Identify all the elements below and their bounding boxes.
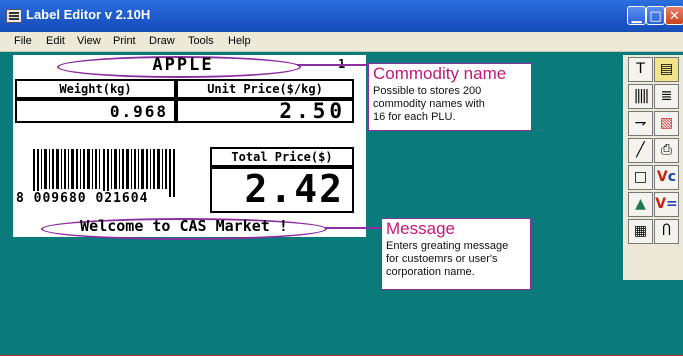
message-callout-title: Message xyxy=(386,219,455,238)
commodity-name[interactable]: APPLE xyxy=(113,55,253,75)
weight-header-box[interactable]: Weight(kg) xyxy=(15,79,176,99)
print-tool-icon[interactable]: ⎙ xyxy=(654,138,679,163)
weight-value-box[interactable]: 0.968 xyxy=(15,99,176,123)
commodity-callout-line xyxy=(297,64,371,66)
unit-price-value: 2.50 xyxy=(279,99,346,123)
message-callout-desc-1: Enters greating message xyxy=(386,240,509,252)
menu-draw[interactable]: Draw xyxy=(149,35,175,47)
maximize-button[interactable]: □ xyxy=(646,6,665,25)
message-callout-desc-2: for custoemrs or user's xyxy=(386,253,498,265)
menu-file[interactable]: File xyxy=(14,35,32,47)
message-callout: Message Enters greating message for cust… xyxy=(381,218,531,290)
menu-view[interactable]: View xyxy=(77,35,101,47)
layout-tool-icon[interactable]: ▦ xyxy=(628,219,653,244)
line-arrow-tool-icon[interactable]: ⇁ xyxy=(628,111,653,136)
window-title: Label Editor v 2.10H xyxy=(26,7,151,22)
list-tool-icon[interactable]: ≣ xyxy=(654,84,679,109)
message-callout-desc-3: corporation name. xyxy=(386,266,475,278)
line-tool-icon[interactable]: ╱ xyxy=(628,138,653,163)
clamp-tool-icon[interactable]: Ⴖ xyxy=(654,219,679,244)
menu-print[interactable]: Print xyxy=(113,35,136,47)
variable-equals-tool-icon[interactable]: V= xyxy=(654,192,679,217)
commodity-callout-title: Commodity name xyxy=(373,64,507,83)
unit-price-header: Unit Price($/kg) xyxy=(207,82,323,96)
total-price-value-box[interactable]: 2.42 xyxy=(210,167,354,213)
commodity-callout-desc-1: Possible to stores 200 xyxy=(373,85,482,97)
menu-help[interactable]: Help xyxy=(228,35,251,47)
field-tool-icon[interactable]: ▤ xyxy=(654,57,679,82)
image-tool-icon[interactable]: ▧ xyxy=(654,111,679,136)
message-callout-line xyxy=(325,227,382,229)
total-price-header: Total Price($) xyxy=(231,150,333,164)
title-bar: Label Editor v 2.10H ▁ □ ✕ xyxy=(0,0,683,32)
commodity-callout-desc-2: commodity names with xyxy=(373,98,485,110)
app-icon xyxy=(6,9,22,23)
unit-price-header-box[interactable]: Unit Price($/kg) xyxy=(176,79,354,99)
weight-header: Weight(kg) xyxy=(59,82,132,96)
label-canvas[interactable]: APPLE 1 Weight(kg) Unit Price($/kg) 0.96… xyxy=(13,55,366,240)
picture-tool-icon[interactable]: ▲ xyxy=(628,192,653,217)
barcode-digits: 8 009680 021604 xyxy=(15,191,150,206)
minimize-button[interactable]: ▁ xyxy=(627,6,646,25)
unit-price-value-box[interactable]: 2.50 xyxy=(176,99,354,123)
variable-c-tool-icon[interactable]: Vc xyxy=(654,165,679,190)
toolbox-panel: T ▤ ||||| ≣ ⇁ ▧ ╱ ⎙ □ Vc ▲ V= ▦ Ⴖ xyxy=(623,55,683,280)
menu-edit[interactable]: Edit xyxy=(46,35,65,47)
menu-tools[interactable]: Tools xyxy=(188,35,214,47)
commodity-callout: Commodity name Possible to stores 200 co… xyxy=(368,63,532,131)
total-price-value: 2.42 xyxy=(244,167,344,211)
commodity-callout-desc-3: 16 for each PLU. xyxy=(373,111,456,123)
weight-value: 0.968 xyxy=(109,102,168,121)
total-price-header-box[interactable]: Total Price($) xyxy=(210,147,354,167)
text-tool-icon[interactable]: T xyxy=(628,57,653,82)
close-button[interactable]: ✕ xyxy=(665,6,683,25)
barcode-tool-icon[interactable]: ||||| xyxy=(628,84,653,109)
message-text[interactable]: Welcome to CAS Market ! xyxy=(41,217,327,235)
menu-bar: File Edit View Print Draw Tools Help xyxy=(0,32,683,52)
rectangle-tool-icon[interactable]: □ xyxy=(628,165,653,190)
